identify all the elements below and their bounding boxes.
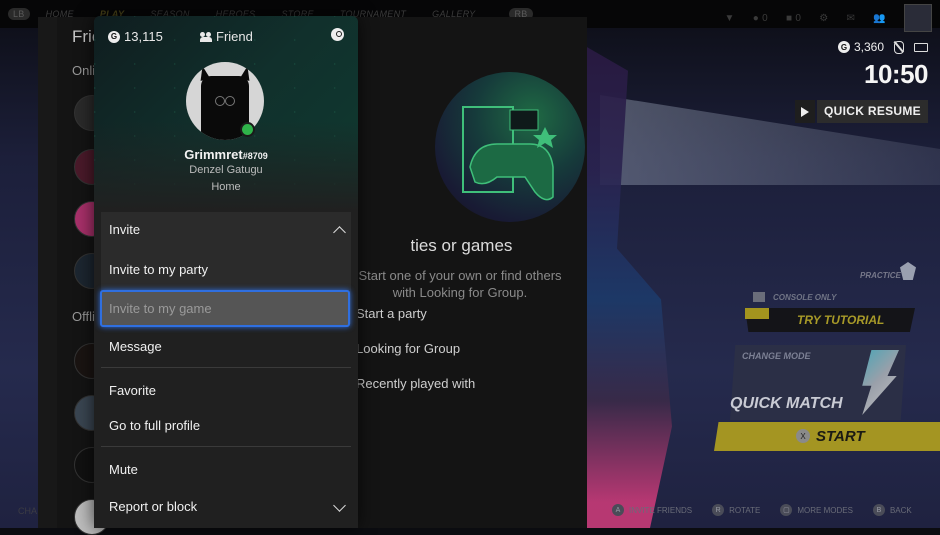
token-count: 0 (795, 12, 802, 24)
chevron-down-icon[interactable] (333, 499, 346, 512)
mute-item[interactable]: Mute (109, 462, 138, 477)
recently-played-link[interactable]: Recently played with (356, 376, 475, 391)
token-currency: ■ 0 (785, 12, 802, 24)
hint-label: BACK (889, 505, 912, 515)
hint-back: B BACK (872, 504, 912, 516)
play-icon (795, 100, 816, 123)
friends-icon[interactable]: 👥 (873, 13, 886, 24)
mic-muted-icon (894, 40, 904, 54)
quick-resume-label: QUICK RESUME (817, 100, 928, 123)
overlay-stats: G 3,360 (837, 40, 928, 54)
x-button-icon: X (796, 429, 810, 443)
clock: 10:50 (864, 59, 929, 89)
gamertag: Grimmret#8709 (94, 147, 358, 162)
lb-bumper-icon: LB (8, 8, 30, 20)
friend-icon (200, 31, 213, 42)
steam-icon (331, 28, 344, 41)
controller-icon (462, 106, 557, 201)
player-avatar[interactable] (904, 4, 932, 32)
invite-to-game-label: Invite to my game (109, 301, 212, 316)
no-parties-subtitle: Start one of your own or find others wit… (358, 268, 562, 300)
try-tutorial-label: TRY TUTORIAL (797, 313, 885, 327)
controller-hints: A INVITE FRIENDS R ROTATE ▢ MORE MODES B BAC… (612, 504, 932, 516)
settings-icon[interactable]: ⚙ (819, 13, 828, 24)
gamerscore-value: 13,115 (124, 29, 163, 44)
practice-label[interactable]: PRACTICE (860, 271, 901, 280)
quick-match-label: QUICK MATCH (730, 395, 843, 412)
looking-for-group-link[interactable]: Looking for Group (356, 341, 460, 356)
invite-to-party-item[interactable]: Invite to my party (109, 262, 208, 277)
overlay-gamerscore: G 3,360 (837, 40, 884, 54)
full-profile-item[interactable]: Go to full profile (109, 418, 200, 433)
hint-label: ROTATE (729, 505, 761, 515)
start-party-link[interactable]: Start a party (356, 306, 427, 321)
rank-icon: ▼ (724, 12, 735, 24)
gamertag-name: Grimmret (184, 147, 243, 162)
quick-resume-button[interactable]: QUICK RESUME (795, 100, 928, 123)
thumbs-up-icon (745, 308, 769, 319)
favorite-item[interactable]: Favorite (109, 383, 156, 398)
real-name: Denzel Gatugu (189, 164, 263, 176)
hint-label: MORE MODES (797, 505, 853, 515)
console-only-label: CONSOLE ONLY (773, 293, 837, 302)
message-item[interactable]: Message (109, 339, 162, 354)
menu-divider (101, 367, 351, 368)
profile-card: G 13,115 Friend Grimmret#8709 Denzel Gat… (94, 16, 358, 528)
gamerscore-icon: G (108, 30, 120, 43)
invite-to-game-item[interactable]: Invite to my game (100, 290, 350, 327)
a-button-icon: A (612, 504, 624, 516)
coin-currency: ● 0 (752, 12, 768, 24)
mail-icon[interactable]: ✉ (847, 13, 856, 24)
report-block-item[interactable]: Report or block (109, 499, 197, 514)
gamerscore-icon: G (837, 41, 850, 53)
hint-label: INVITE FRIENDS (629, 505, 693, 515)
relationship-label: Friend (216, 29, 253, 44)
relationship-badge: Friend (200, 29, 253, 44)
hint-more-modes: ▢ MORE MODES (780, 504, 853, 516)
gamertag-suffix: #8709 (242, 151, 268, 161)
b-button-icon: B (872, 504, 885, 516)
character-tab-label: CHA (18, 506, 38, 516)
top-nav-right: ▼ ● 0 ■ 0 ⚙ ✉ 👥 (724, 4, 932, 32)
online-status-dot (240, 122, 255, 137)
r-stick-icon: R (712, 504, 725, 516)
lfg-controller-illustration (435, 72, 585, 222)
presence-text: Home (211, 181, 241, 193)
gamerscore: G 13,115 (108, 29, 163, 44)
hint-rotate: R ROTATE (712, 504, 760, 516)
no-parties-title: No joinable parties or games (296, 236, 513, 255)
menu-divider (101, 446, 351, 447)
battery-icon (914, 42, 928, 52)
coin-count: 0 (762, 12, 768, 24)
view-button-icon: ▢ (780, 504, 793, 516)
start-label: START (816, 428, 865, 445)
console-only-checkbox[interactable] (753, 292, 765, 302)
overlay-gamerscore-value: 3,360 (853, 40, 884, 54)
invite-header[interactable]: Invite (109, 222, 140, 237)
hint-invite-friends: A INVITE FRIENDS (612, 504, 692, 516)
change-mode-label[interactable]: CHANGE MODE (742, 351, 811, 361)
